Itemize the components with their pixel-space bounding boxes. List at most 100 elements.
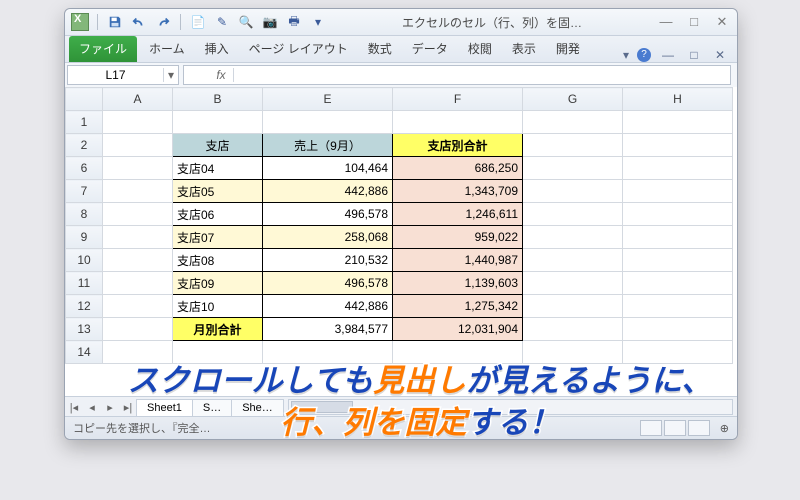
table-header-total[interactable]: 支店別合計 [393, 134, 523, 157]
cell[interactable] [103, 249, 173, 272]
cell[interactable]: 959,022 [393, 226, 523, 249]
select-all-corner[interactable] [66, 88, 103, 111]
cell[interactable] [623, 249, 733, 272]
cell[interactable]: 1,139,603 [393, 272, 523, 295]
cell[interactable] [103, 157, 173, 180]
cell[interactable]: 496,578 [263, 203, 393, 226]
doc-restore-button[interactable]: □ [685, 48, 703, 62]
cell[interactable] [523, 318, 623, 341]
cell[interactable] [623, 180, 733, 203]
tab-view[interactable]: 表示 [502, 36, 546, 62]
row-header[interactable]: 7 [66, 180, 103, 203]
cell[interactable] [623, 157, 733, 180]
cell[interactable] [103, 111, 173, 134]
cell[interactable]: 258,068 [263, 226, 393, 249]
tab-formulas[interactable]: 数式 [358, 36, 402, 62]
qat-icon-3[interactable]: 🔍 [237, 13, 255, 31]
save-icon[interactable] [106, 13, 124, 31]
maximize-button[interactable]: □ [685, 14, 703, 30]
cell[interactable]: 496,578 [263, 272, 393, 295]
col-header[interactable]: F [393, 88, 523, 111]
col-header[interactable]: E [263, 88, 393, 111]
help-icon[interactable]: ? [637, 48, 651, 62]
cell[interactable] [393, 111, 523, 134]
cell[interactable] [523, 134, 623, 157]
doc-minimize-button[interactable]: — [659, 48, 677, 62]
fx-icon[interactable]: fx [209, 68, 234, 82]
name-box[interactable]: L17 ▾ [67, 65, 179, 85]
cell[interactable] [523, 203, 623, 226]
row-header[interactable]: 1 [66, 111, 103, 134]
cell[interactable] [523, 157, 623, 180]
row-header[interactable]: 2 [66, 134, 103, 157]
name-box-dropdown-icon[interactable]: ▾ [163, 68, 178, 82]
totals-grand[interactable]: 12,031,904 [393, 318, 523, 341]
cell[interactable] [173, 111, 263, 134]
qat-icon-1[interactable]: 📄 [189, 13, 207, 31]
row-header[interactable]: 12 [66, 295, 103, 318]
row-header[interactable]: 10 [66, 249, 103, 272]
cell[interactable] [623, 134, 733, 157]
cell[interactable]: 支店07 [173, 226, 263, 249]
cell[interactable] [523, 295, 623, 318]
tab-review[interactable]: 校閲 [458, 36, 502, 62]
cell[interactable] [523, 272, 623, 295]
row-header[interactable]: 8 [66, 203, 103, 226]
cell[interactable]: 支店10 [173, 295, 263, 318]
cell[interactable]: 686,250 [393, 157, 523, 180]
cell[interactable]: 支店04 [173, 157, 263, 180]
cell[interactable] [103, 203, 173, 226]
cell[interactable] [103, 295, 173, 318]
cell[interactable]: 442,886 [263, 295, 393, 318]
cell[interactable]: 1,343,709 [393, 180, 523, 203]
cell[interactable]: 210,532 [263, 249, 393, 272]
cell[interactable] [523, 226, 623, 249]
cell[interactable] [623, 295, 733, 318]
cell[interactable] [623, 111, 733, 134]
tab-home[interactable]: ホーム [139, 36, 195, 62]
cell[interactable] [623, 272, 733, 295]
cell[interactable] [103, 180, 173, 203]
cell[interactable] [103, 226, 173, 249]
doc-close-button[interactable]: ✕ [711, 48, 729, 62]
col-header[interactable]: H [623, 88, 733, 111]
col-header[interactable]: B [173, 88, 263, 111]
cell[interactable] [523, 111, 623, 134]
formula-input[interactable] [234, 66, 730, 84]
redo-icon[interactable] [154, 13, 172, 31]
cell[interactable] [263, 111, 393, 134]
qat-icon-5[interactable]: 🖶 [285, 13, 303, 31]
qat-icon-4[interactable]: 📷 [261, 13, 279, 31]
table-header-sales[interactable]: 売上（9月） [263, 134, 393, 157]
cell[interactable]: 支店05 [173, 180, 263, 203]
ribbon-caret-icon[interactable]: ▾ [623, 48, 629, 62]
row-header[interactable]: 13 [66, 318, 103, 341]
cell[interactable]: 104,464 [263, 157, 393, 180]
cell[interactable]: 支店06 [173, 203, 263, 226]
tab-developer[interactable]: 開発 [546, 36, 590, 62]
cell[interactable]: 1,246,611 [393, 203, 523, 226]
cell[interactable] [623, 226, 733, 249]
totals-label[interactable]: 月別合計 [173, 318, 263, 341]
cell[interactable] [623, 318, 733, 341]
close-button[interactable]: ✕ [713, 14, 731, 30]
cell[interactable]: 1,440,987 [393, 249, 523, 272]
cell[interactable] [103, 272, 173, 295]
tab-file[interactable]: ファイル [69, 36, 137, 62]
tab-pagelayout[interactable]: ページ レイアウト [239, 36, 358, 62]
minimize-button[interactable]: — [657, 14, 675, 30]
row-header[interactable]: 6 [66, 157, 103, 180]
col-header[interactable]: G [523, 88, 623, 111]
tab-data[interactable]: データ [402, 36, 458, 62]
cell[interactable] [623, 203, 733, 226]
row-header[interactable]: 11 [66, 272, 103, 295]
cell[interactable]: 442,886 [263, 180, 393, 203]
qat-icon-2[interactable]: ✎ [213, 13, 231, 31]
cell[interactable]: 支店09 [173, 272, 263, 295]
undo-icon[interactable] [130, 13, 148, 31]
tab-insert[interactable]: 挿入 [195, 36, 239, 62]
table-header-branch[interactable]: 支店 [173, 134, 263, 157]
cell[interactable] [103, 318, 173, 341]
cell[interactable] [103, 134, 173, 157]
cell[interactable]: 1,275,342 [393, 295, 523, 318]
